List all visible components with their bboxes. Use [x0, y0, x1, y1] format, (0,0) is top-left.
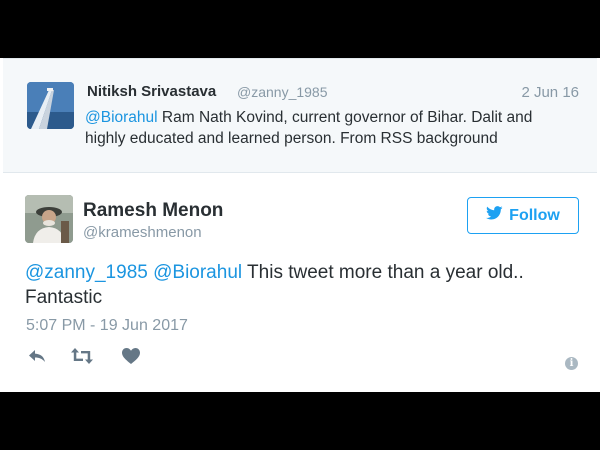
quoted-text-line1: Ram Nath Kovind, current governor of Bih… [157, 109, 533, 126]
tweet-text-line2: Fantastic [25, 287, 103, 308]
follow-label: Follow [509, 206, 560, 224]
tweet-timestamp[interactable]: 5:07 PM - 19 Jun 2017 [26, 317, 188, 335]
quoted-tweet[interactable]: Nitiksh Srivastava @zanny_1985 2 Jun 16 … [3, 58, 597, 173]
info-icon[interactable]: i [565, 357, 578, 370]
retweet-button[interactable] [71, 347, 93, 369]
quoted-text: @Biorahul Ram Nath Kovind, current gover… [85, 107, 585, 149]
retweet-icon [71, 347, 93, 369]
quoted-avatar[interactable] [27, 82, 74, 129]
quoted-text-line2: highly educated and learned person. From… [85, 130, 498, 147]
mention-link[interactable]: @Biorahul [85, 109, 158, 126]
twitter-bird-icon [486, 206, 503, 225]
reply-icon [28, 349, 46, 368]
quoted-author-handle[interactable]: @zanny_1985 [237, 84, 328, 100]
mention-link[interactable]: @zanny_1985 [25, 262, 148, 283]
quoted-date[interactable]: 2 Jun 16 [521, 84, 579, 101]
mention-link[interactable]: @Biorahul [153, 262, 242, 283]
tweet-card: Nitiksh Srivastava @zanny_1985 2 Jun 16 … [0, 58, 600, 392]
author-avatar[interactable] [25, 195, 73, 243]
author-name[interactable]: Ramesh Menon [83, 200, 223, 222]
quoted-author-name[interactable]: Nitiksh Srivastava [87, 83, 216, 100]
like-icon [122, 347, 140, 369]
like-button[interactable] [120, 347, 142, 369]
tweet-text: @zanny_1985 @Biorahul This tweet more th… [25, 260, 575, 310]
reply-button[interactable] [26, 348, 48, 368]
author-handle[interactable]: @krameshmenon [83, 224, 202, 241]
follow-button[interactable]: Follow [467, 197, 579, 234]
tweet-text-line1: This tweet more than a year old.. [242, 262, 524, 283]
